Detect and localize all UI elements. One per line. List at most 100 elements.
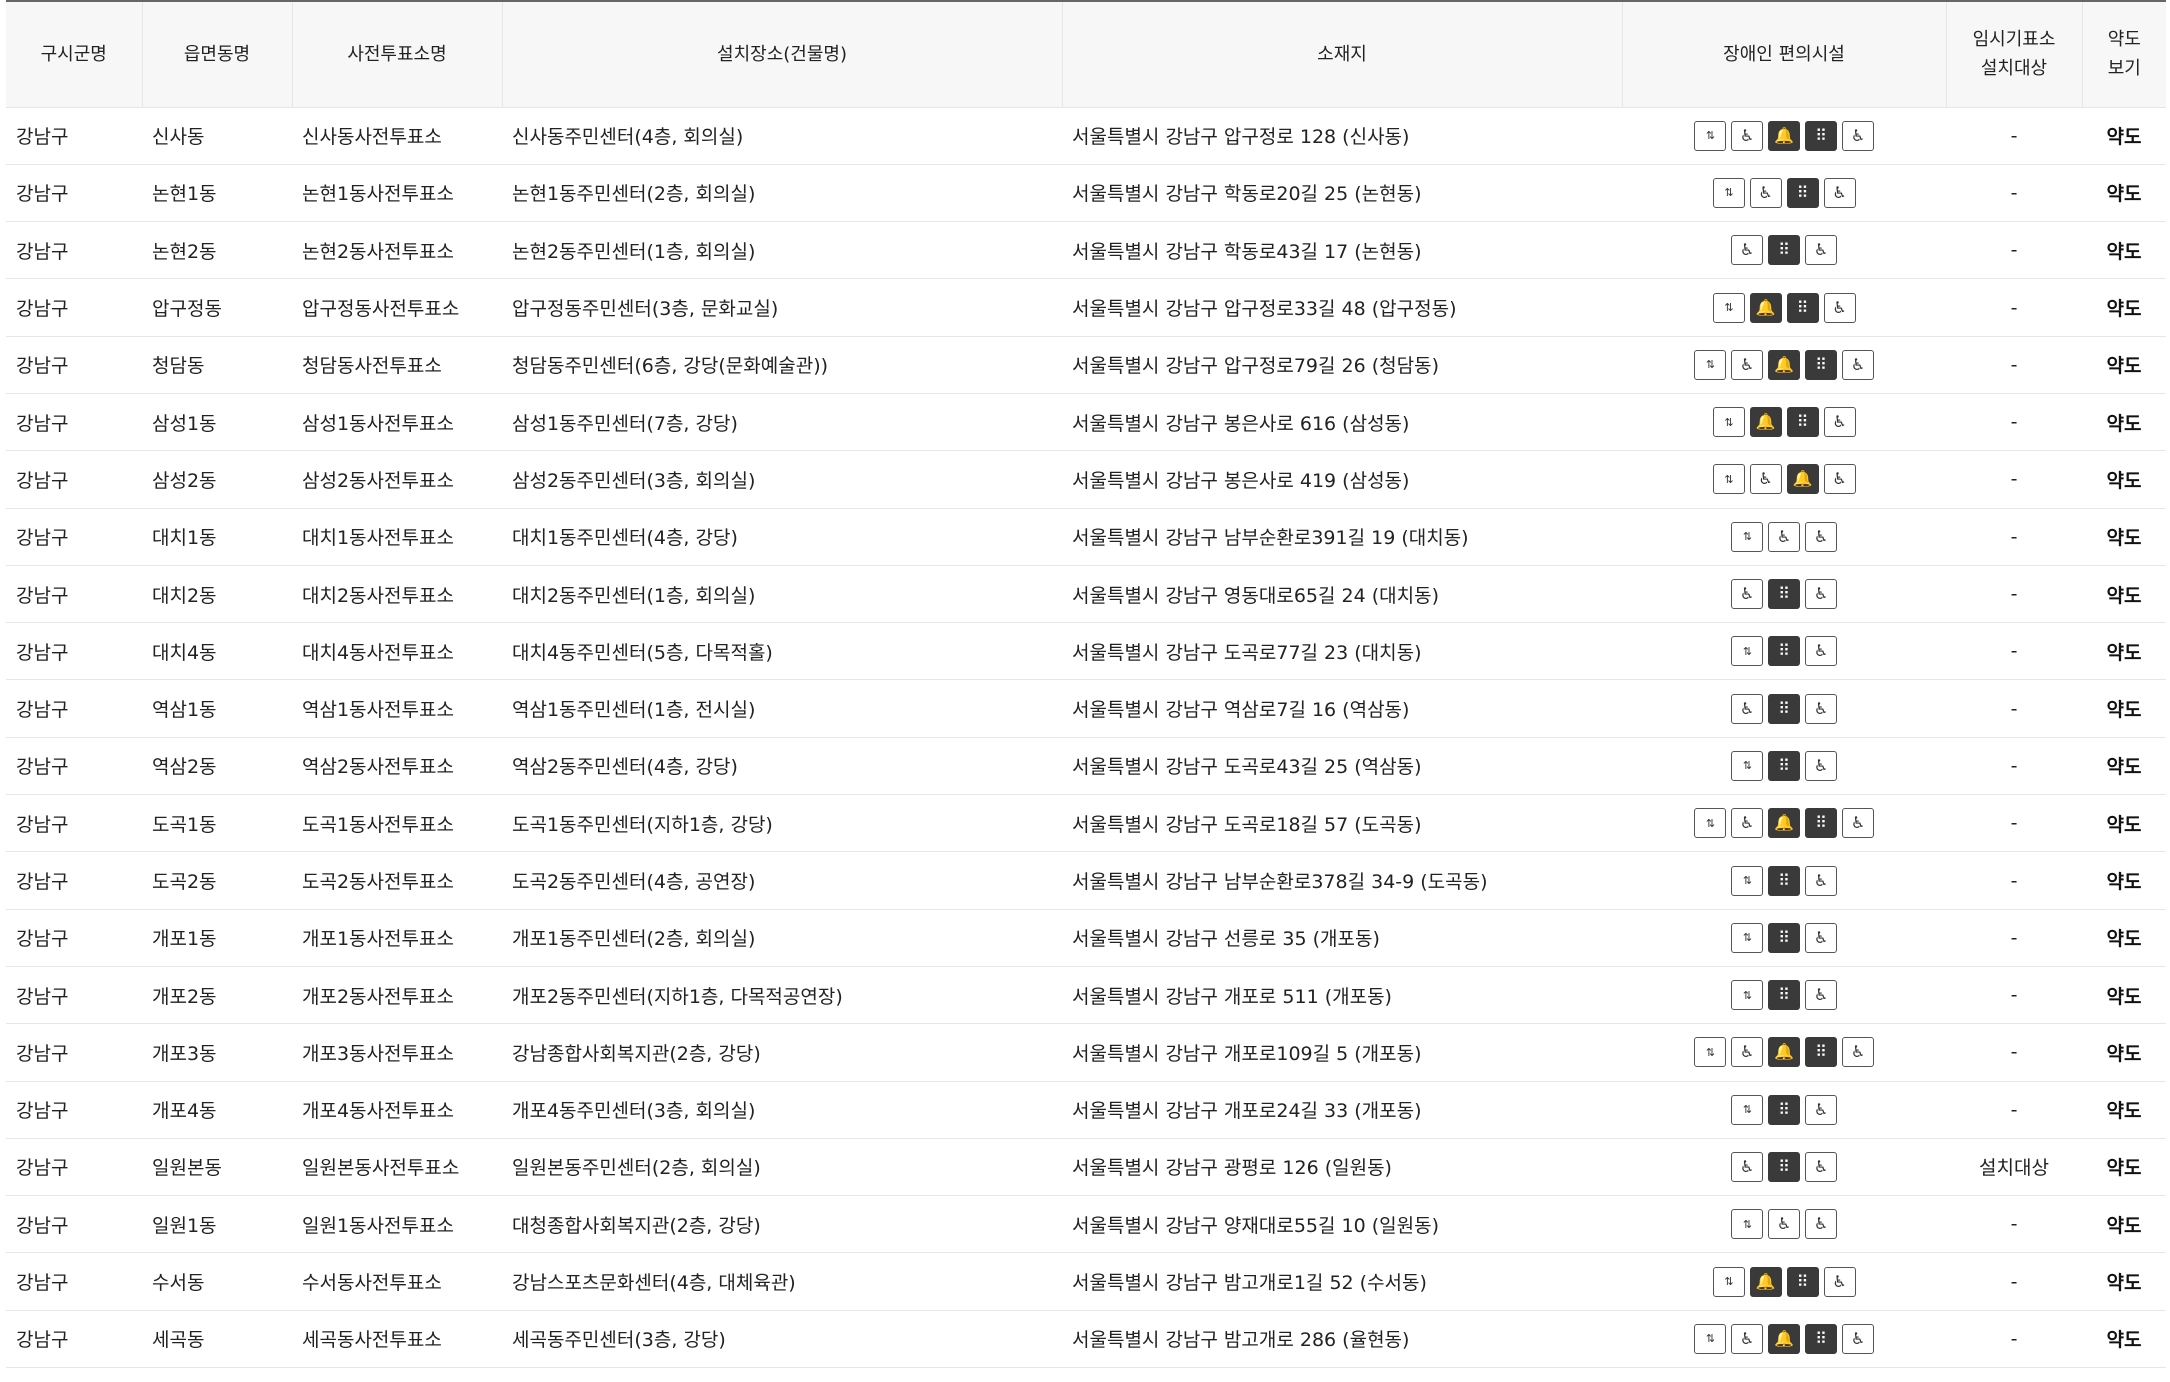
- cell-facilities: ⇅ ♿ 🔔 ⠿ ♿: [1622, 1023, 1946, 1082]
- cell-eupmyeondong: 대치1동: [142, 508, 292, 566]
- table-row: 강남구 논현2동 논현2동사전투표소 논현2동주민센터(1층, 회의실) 서울특별시 강…: [6, 221, 2166, 280]
- table-row: 강남구 대치4동 대치4동사전투표소 대치4동주민센터(5층, 다목적홀) 서울특별시 …: [6, 622, 2166, 681]
- cell-sigungu: 강남구: [6, 393, 142, 452]
- braille-icon: ⠿: [1805, 808, 1837, 839]
- facility-icons: ⇅ ♿ 🔔 ♿: [1712, 464, 1856, 495]
- map-link[interactable]: 약도: [2082, 794, 2166, 853]
- parking-icon: ♿: [1805, 865, 1837, 896]
- cell-address: 서울특별시 강남구 남부순환로378길 34-9 (도곡동): [1062, 851, 1622, 910]
- elevator-icon: ⇅: [1731, 636, 1763, 667]
- map-link[interactable]: 약도: [2082, 851, 2166, 910]
- elevator-icon: ⇅: [1731, 1209, 1763, 1240]
- parking-icon: ♿: [1805, 579, 1837, 610]
- cell-sigungu: 강남구: [6, 107, 142, 165]
- header-eupmyeondong: 읍면동명: [141, 0, 292, 108]
- parking-icon: ♿: [1805, 980, 1837, 1011]
- cell-place: 논현1동주민센터(2층, 회의실): [502, 164, 1062, 223]
- map-link[interactable]: 약도: [2082, 565, 2166, 624]
- cell-temporary-booth: -: [1946, 622, 2082, 681]
- cell-place: 개포1동주민센터(2층, 회의실): [502, 909, 1062, 967]
- cell-station: 신사동사전투표소: [292, 107, 502, 165]
- ramp-icon: ♿: [1768, 1209, 1800, 1240]
- map-link[interactable]: 약도: [2082, 164, 2166, 223]
- map-link[interactable]: 약도: [2082, 1081, 2166, 1139]
- cell-station: 일원본동사전투표소: [292, 1138, 502, 1197]
- cell-station: 대치2동사전투표소: [292, 565, 502, 624]
- map-link[interactable]: 약도: [2082, 1252, 2166, 1311]
- map-link[interactable]: 약도: [2082, 450, 2166, 509]
- header-map: 약도 보기: [2081, 0, 2166, 108]
- map-link[interactable]: 약도: [2082, 1195, 2166, 1254]
- braille-icon: ⠿: [1805, 349, 1837, 380]
- braille-icon: ⠿: [1768, 1094, 1800, 1125]
- header-map-line2: 보기: [2107, 58, 2141, 80]
- cell-eupmyeondong: 삼성1동: [142, 393, 292, 452]
- elevator-icon: ⇅: [1694, 808, 1726, 839]
- map-link[interactable]: 약도: [2082, 221, 2166, 280]
- cell-facilities: ⇅ ♿ 🔔 ⠿ ♿: [1622, 336, 1946, 394]
- map-link[interactable]: 약도: [2082, 737, 2166, 796]
- cell-eupmyeondong: 대치4동: [142, 622, 292, 681]
- map-link[interactable]: 약도: [2082, 622, 2166, 681]
- map-link[interactable]: 약도: [2082, 909, 2166, 967]
- table-row: 강남구 신사동 신사동사전투표소 신사동주민센터(4층, 회의실) 서울특별시 강남구 …: [6, 107, 2166, 165]
- cell-facilities: ⇅ ♿ 🔔 ⠿ ♿: [1622, 794, 1946, 853]
- cell-station: 수서동사전투표소: [292, 1252, 502, 1311]
- cell-place: 삼성1동주민센터(7층, 강당): [502, 393, 1062, 452]
- cell-temporary-booth: -: [1946, 1081, 2082, 1139]
- cell-temporary-booth: -: [1946, 336, 2082, 394]
- header-address: 소재지: [1061, 0, 1622, 108]
- elevator-icon: ⇅: [1731, 521, 1763, 552]
- braille-icon: ⠿: [1805, 1323, 1837, 1354]
- elevator-icon: ⇅: [1731, 865, 1763, 896]
- facility-icons: ⇅ ♿ 🔔 ⠿ ♿: [1694, 808, 1874, 839]
- header-facilities: 장애인 편의시설: [1621, 0, 1946, 108]
- cell-place: 개포2동주민센터(지하1층, 다목적공연장): [502, 966, 1062, 1025]
- cell-station: 도곡1동사전투표소: [292, 794, 502, 853]
- table-row: 강남구 개포1동 개포1동사전투표소 개포1동주민센터(2층, 회의실) 서울특별시 강…: [6, 909, 2166, 967]
- cell-place: 역삼1동주민센터(1층, 전시실): [502, 679, 1062, 738]
- elevator-icon: ⇅: [1694, 1037, 1726, 1068]
- cell-address: 서울특별시 강남구 밤고개로 286 (율현동): [1062, 1310, 1622, 1369]
- facility-icons: ⇅ ♿ ♿: [1731, 521, 1837, 552]
- map-link[interactable]: 약도: [2082, 1023, 2166, 1082]
- table-row: 강남구 세곡동 세곡동사전투표소 세곡동주민센터(3층, 강당) 서울특별시 강남구 밤…: [6, 1310, 2166, 1369]
- facility-icons: ⇅ ⠿ ♿: [1731, 980, 1837, 1011]
- facility-icons: ⇅ ♿ 🔔 ⠿ ♿: [1694, 1323, 1874, 1354]
- map-link[interactable]: 약도: [2082, 336, 2166, 394]
- parking-icon: ♿: [1805, 235, 1837, 266]
- braille-icon: ⠿: [1786, 292, 1819, 323]
- cell-facilities: ⇅ 🔔 ⠿ ♿: [1622, 393, 1946, 452]
- map-link[interactable]: 약도: [2082, 278, 2166, 337]
- parking-icon: ♿: [1842, 120, 1874, 151]
- cell-facilities: ⇅ ♿ 🔔 ⠿ ♿: [1622, 107, 1946, 165]
- cell-facilities: ⇅ ♿ ♿: [1622, 1195, 1946, 1254]
- map-link[interactable]: 약도: [2082, 1138, 2166, 1197]
- ramp-icon: ♿: [1749, 177, 1782, 208]
- cell-place: 대치2동주민센터(1층, 회의실): [502, 565, 1062, 624]
- map-link[interactable]: 약도: [2082, 679, 2166, 738]
- cell-place: 청담동주민센터(6층, 강당(문화예술관)): [502, 336, 1062, 394]
- facility-icons: ⇅ 🔔 ⠿ ♿: [1712, 407, 1856, 438]
- facility-icons: ♿ ⠿ ♿: [1731, 579, 1837, 610]
- map-link[interactable]: 약도: [2082, 107, 2166, 165]
- cell-eupmyeondong: 논현2동: [142, 221, 292, 280]
- map-link[interactable]: 약도: [2082, 508, 2166, 566]
- cell-temporary-booth: -: [1946, 1310, 2082, 1369]
- cell-address: 서울특별시 강남구 압구정로79길 26 (청담동): [1062, 336, 1622, 394]
- cell-eupmyeondong: 압구정동: [142, 278, 292, 337]
- cell-temporary-booth: -: [1946, 1195, 2082, 1254]
- table-body: 강남구 신사동 신사동사전투표소 신사동주민센터(4층, 회의실) 서울특별시 강남구 …: [6, 107, 2166, 1369]
- elevator-icon: ⇅: [1694, 120, 1726, 151]
- facility-icons: ⇅ ⠿ ♿: [1731, 865, 1837, 896]
- map-link[interactable]: 약도: [2082, 966, 2166, 1025]
- elevator-icon: ⇅: [1694, 1323, 1726, 1354]
- cell-address: 서울특별시 강남구 학동로43길 17 (논현동): [1062, 221, 1622, 280]
- cell-temporary-booth: -: [1946, 966, 2082, 1025]
- parking-icon: ♿: [1805, 1209, 1837, 1240]
- map-link[interactable]: 약도: [2082, 1310, 2166, 1369]
- elevator-icon: ⇅: [1731, 980, 1763, 1011]
- map-link[interactable]: 약도: [2082, 393, 2166, 452]
- cell-eupmyeondong: 청담동: [142, 336, 292, 394]
- braille-icon: ⠿: [1768, 579, 1800, 610]
